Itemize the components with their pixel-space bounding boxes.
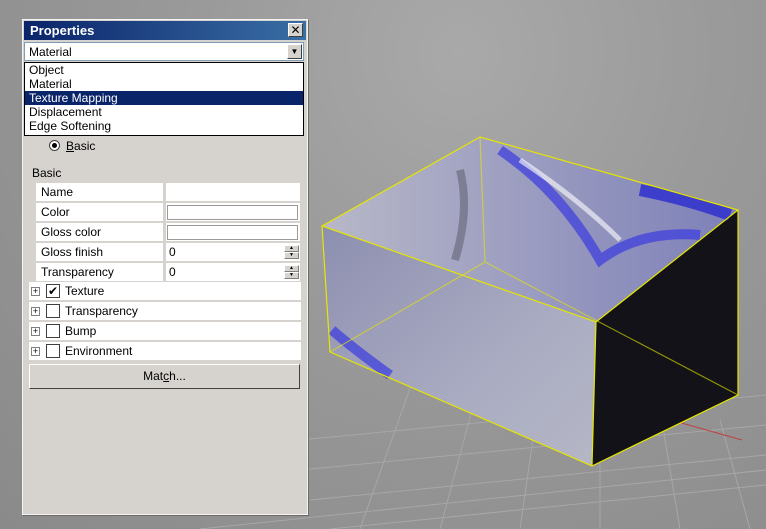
spin-down-icon[interactable]: ▼: [284, 252, 299, 259]
property-category-value: Material: [29, 45, 72, 59]
property-row-color: Color: [36, 203, 300, 222]
properties-panel: Properties ✕ Material ▼ Object Material …: [22, 19, 308, 515]
spinner-control[interactable]: ▲ ▼: [284, 245, 299, 260]
tree-item-bump[interactable]: + Bump: [29, 322, 301, 341]
spin-value: 0: [169, 245, 176, 259]
section-heading: Basic: [32, 166, 62, 180]
radio-label: Basic: [66, 139, 95, 153]
property-name: Gloss finish: [36, 243, 164, 262]
property-name: Name: [36, 183, 164, 202]
panel-title-bar[interactable]: Properties ✕: [24, 21, 306, 40]
gloss-color-value-field: [166, 223, 300, 242]
radio-label-rest: asic: [74, 139, 96, 153]
category-dropdown-list: Object Material Texture Mapping Displace…: [24, 62, 304, 136]
spinner-control[interactable]: ▲ ▼: [284, 265, 299, 280]
transparency-field[interactable]: 0 ▲ ▼: [166, 263, 300, 282]
radio-button[interactable]: [49, 140, 60, 151]
tree-item-label: Texture: [65, 284, 105, 298]
texture-checkbox[interactable]: ✔: [46, 284, 60, 298]
spin-up-icon[interactable]: ▲: [284, 265, 299, 272]
tree-item-label: Transparency: [65, 304, 138, 318]
expand-icon[interactable]: +: [31, 287, 40, 296]
property-name: Transparency: [36, 263, 164, 282]
bump-checkbox[interactable]: [46, 324, 60, 338]
close-icon[interactable]: ✕: [288, 23, 303, 37]
expand-icon[interactable]: +: [31, 307, 40, 316]
property-row-name: Name: [36, 183, 300, 202]
chevron-down-icon[interactable]: ▼: [287, 44, 302, 59]
dropdown-option-object[interactable]: Object: [25, 63, 303, 77]
property-category-select[interactable]: Material ▼: [24, 42, 304, 61]
spin-value: 0: [169, 265, 176, 279]
property-name: Gloss color: [36, 223, 164, 242]
dropdown-option-texture-mapping[interactable]: Texture Mapping: [25, 91, 303, 105]
transparency-checkbox[interactable]: [46, 304, 60, 318]
dropdown-option-displacement[interactable]: Displacement: [25, 105, 303, 119]
property-name: Color: [36, 203, 164, 222]
property-row-transparency: Transparency 0 ▲ ▼: [36, 263, 300, 282]
expand-icon[interactable]: +: [31, 347, 40, 356]
match-button[interactable]: Match...: [29, 364, 300, 389]
dropdown-option-edge-softening[interactable]: Edge Softening: [25, 119, 303, 133]
spin-down-icon[interactable]: ▼: [284, 272, 299, 279]
tree-item-environment[interactable]: + Environment: [29, 342, 301, 361]
match-label-post: h...: [169, 369, 186, 383]
color-swatch[interactable]: [167, 205, 298, 220]
panel-title: Properties: [30, 23, 95, 38]
tree-item-transparency[interactable]: + Transparency: [29, 302, 301, 321]
color-value-field: [166, 203, 300, 222]
gloss-finish-field[interactable]: 0 ▲ ▼: [166, 243, 300, 262]
match-label-pre: Mat: [143, 369, 164, 383]
tree-item-label: Environment: [65, 344, 133, 358]
dropdown-option-material[interactable]: Material: [25, 77, 303, 91]
property-row-gloss-color: Gloss color: [36, 223, 300, 242]
accelerator-key: B: [66, 139, 75, 153]
tree-item-texture[interactable]: + ✔ Texture: [29, 282, 301, 301]
spin-up-icon[interactable]: ▲: [284, 245, 299, 252]
tree-item-label: Bump: [65, 324, 97, 338]
expand-icon[interactable]: +: [31, 327, 40, 336]
property-row-gloss-finish: Gloss finish 0 ▲ ▼: [36, 243, 300, 262]
color-swatch[interactable]: [167, 225, 298, 240]
name-value-field[interactable]: [166, 183, 300, 202]
environment-checkbox[interactable]: [46, 344, 60, 358]
